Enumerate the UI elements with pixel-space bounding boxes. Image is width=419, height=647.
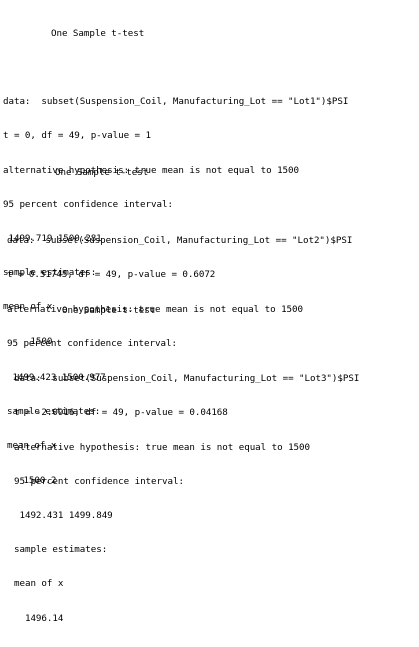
test-title: One Sample t-test [51,27,145,39]
stats-line: t = 0, df = 49, p-value = 1 [3,130,151,142]
t-test-result-lot3: One Sample t-test data: subset(Suspensio… [14,282,359,647]
stats-line: t = -2.0916, df = 49, p-value = 0.04168 [14,407,228,419]
mean-value: 1496.14 [14,612,64,624]
confidence-interval-label: 95 percent confidence interval: [14,475,184,487]
data-line: data: subset(Suspension_Coil, Manufactur… [14,373,360,385]
alternative-hypothesis-line: alternative hypothesis: true mean is not… [14,441,310,453]
test-title: One Sample t-test [62,304,156,316]
data-line: data: subset(Suspension_Coil, Manufactur… [3,96,349,108]
sample-estimates-label: sample estimates: [14,544,108,556]
console-output: One Sample t-test data: subset(Suspensio… [0,0,419,624]
stats-line: t = 0.51745, df = 49, p-value = 0.6072 [7,269,216,281]
mean-label: mean of x [14,578,64,590]
confidence-interval-values: 1492.431 1499.849 [14,510,113,522]
test-title: One Sample t-test [55,166,149,178]
data-line: data: subset(Suspension_Coil, Manufactur… [7,235,353,247]
